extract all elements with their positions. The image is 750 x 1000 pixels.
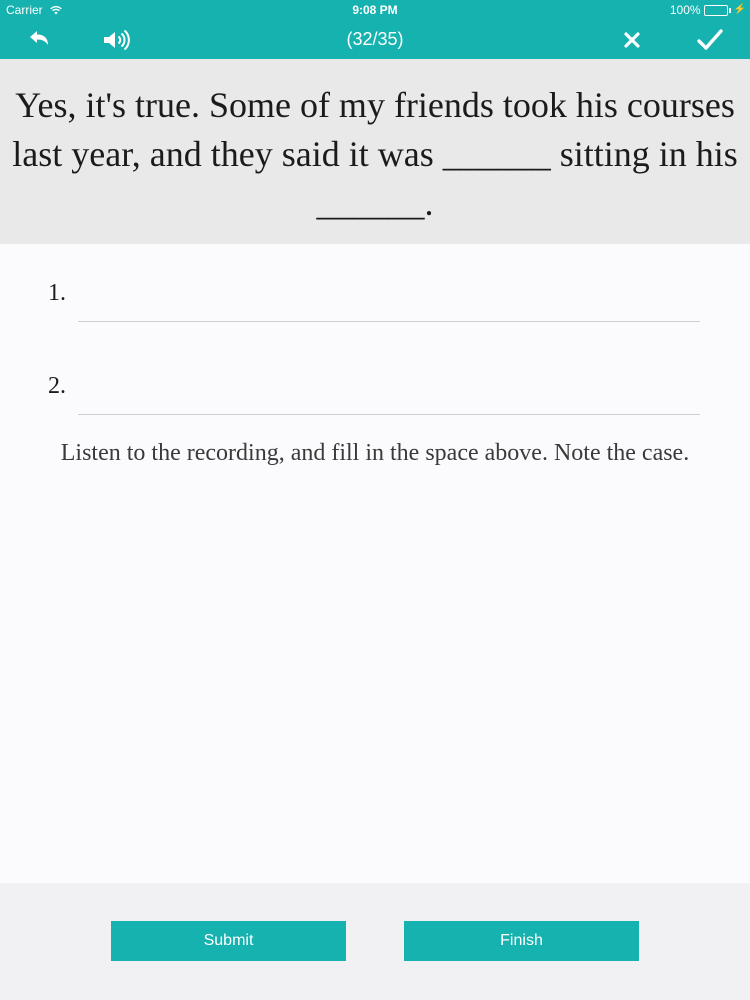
answer-row-1: 1.	[0, 280, 750, 340]
checkmark-icon	[697, 29, 723, 50]
nav-bar: (32/35)	[0, 20, 750, 59]
submit-button[interactable]: Submit	[111, 921, 346, 961]
charging-bolt-icon: ⚡	[733, 4, 746, 15]
battery-tip	[728, 7, 731, 13]
answer-input-1[interactable]	[78, 282, 700, 322]
status-bar: Carrier 9:08 PM 100% ⚡	[0, 0, 750, 20]
status-time: 9:08 PM	[352, 3, 398, 17]
battery-indicator: 100% ⚡	[670, 0, 746, 20]
top-bar: Carrier 9:08 PM 100% ⚡ (32/35)	[0, 0, 750, 59]
answer-number: 2.	[48, 373, 66, 399]
answer-input-2[interactable]	[78, 375, 700, 415]
answer-row-2: 2.	[0, 373, 750, 433]
battery-icon	[703, 4, 728, 16]
question-text: Yes, it's true. Some of my friends took …	[0, 59, 750, 244]
battery-percent: 100%	[669, 3, 701, 17]
instruction-text: Listen to the recording, and fill in the…	[60, 440, 690, 466]
close-icon	[624, 32, 640, 48]
finish-button[interactable]: Finish	[404, 921, 639, 961]
bottom-bar: Submit Finish	[0, 883, 750, 1000]
answer-number: 1.	[48, 280, 66, 306]
close-button[interactable]	[612, 22, 652, 58]
confirm-button[interactable]	[690, 22, 730, 58]
